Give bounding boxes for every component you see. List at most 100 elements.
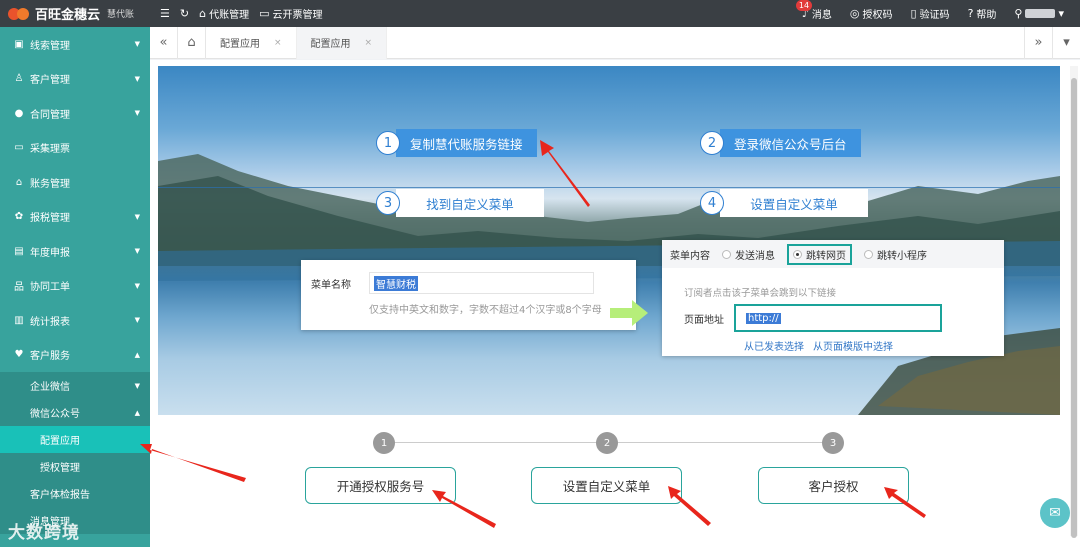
step-number: 1 <box>376 131 400 155</box>
sidebar-item-contract[interactable]: ● 合同管理 ▼ <box>0 96 150 131</box>
help-button[interactable]: ? 帮助 <box>968 6 997 21</box>
sidebar-sub-health-report[interactable]: 客户体检报告 <box>0 480 150 507</box>
chevron-down-icon: ▼ <box>134 247 140 256</box>
chevron-up-icon: ▲ <box>134 350 140 359</box>
sidebar-item-annual[interactable]: ▤ 年度申报 ▼ <box>0 234 150 269</box>
sidebar-item-tax[interactable]: ✿ 报税管理 ▼ <box>0 200 150 235</box>
sidebar: ▣ 线索管理 ▼ ♙ 客户管理 ▼ ● 合同管理 ▼ ▭ 采集理票 ⌂ 账务管理 ✿ 报税管理 ▼ … <box>0 27 150 547</box>
select-published-link: 从已发表选择 <box>744 342 804 353</box>
messages-badge: 14 <box>795 0 813 11</box>
menu-name-input: 智慧财税 <box>369 272 594 294</box>
radio-send-message: 发送消息 <box>722 247 775 262</box>
progress-steps: 1 2 3 <box>150 427 1080 467</box>
menu-content-card: 菜单内容 发送消息 跳转网页 跳转小程序 订阅者点击该子菜单会跳到以下链接 页面… <box>662 240 1004 356</box>
annual-icon: ▤ <box>14 245 24 257</box>
main-content: 1 复制慧代账服务链接 2 登录微信公众号后台 3 找到自定义菜单 4 设置自定… <box>150 60 1080 547</box>
sidebar-item-report[interactable]: ▥ 统计报表 ▼ <box>0 303 150 338</box>
menu-name-hint: 仅支持中英文和数字，字数不超过4个汉字或8个字母 <box>369 305 602 316</box>
chat-icon[interactable]: ✉ <box>1040 498 1070 528</box>
select-template-link: 从页面模版中选择 <box>813 342 893 353</box>
user-menu[interactable]: ⚲ ▾ <box>1014 8 1064 19</box>
auth-code-button[interactable]: ◎ 授权码 <box>850 6 893 21</box>
service-icon: ♥ <box>14 349 24 361</box>
phone-icon: ▯ <box>910 7 917 20</box>
sidebar-sub-auth-manage[interactable]: 授权管理 <box>0 453 150 480</box>
page-url-input: http:// <box>734 304 942 332</box>
user-icon: ⚲ <box>1014 7 1023 20</box>
app-subtitle: 慧代账 <box>107 10 135 20</box>
menu-name-label: 菜单名称 <box>311 279 351 291</box>
guide-step-2: 2 登录微信公众号后台 <box>700 129 861 157</box>
sidebar-sub-enterprise-wechat[interactable]: 企业微信 ▼ <box>0 372 150 399</box>
chevron-down-icon: ▼ <box>134 109 140 118</box>
brand-logo-icon <box>8 7 30 21</box>
step-number: 4 <box>700 191 724 215</box>
chevron-up-icon: ▲ <box>134 408 140 417</box>
invoice-icon: ▭ <box>259 7 270 20</box>
sidebar-item-ticket[interactable]: ▭ 采集理票 <box>0 131 150 166</box>
divider-line <box>158 187 1060 188</box>
close-icon[interactable]: × <box>365 38 373 48</box>
clue-icon: ▣ <box>14 38 24 50</box>
tab-bar: « ⌂ 配置应用 × 配置应用 × » ▾ <box>150 26 1080 59</box>
step-label: 复制慧代账服务链接 <box>396 129 537 157</box>
guide-step-3: 3 找到自定义菜单 <box>376 189 544 217</box>
radio-mini-program: 跳转小程序 <box>864 247 927 262</box>
step-number: 2 <box>700 131 724 155</box>
sidebar-item-workorder[interactable]: 品协同工单 ▼ <box>0 269 150 304</box>
question-icon: ? <box>967 7 974 20</box>
chevron-down-icon: ▼ <box>134 281 140 290</box>
building-icon: ⌂ <box>199 7 207 20</box>
chevron-down-icon: ▾ <box>1058 7 1064 20</box>
redirect-hint: 订阅者点击该子菜单会跳到以下链接 <box>684 288 837 299</box>
ledger-icon: ⌂ <box>15 176 23 188</box>
step-number: 3 <box>376 191 400 215</box>
verify-code-button[interactable]: ▯ 验证码 <box>911 6 950 21</box>
chevron-down-icon: ▼ <box>134 40 140 49</box>
sidebar-item-service[interactable]: ♥ 客户服务 ▲ <box>0 338 150 373</box>
guide-image: 1 复制慧代账服务链接 2 登录微信公众号后台 3 找到自定义菜单 4 设置自定… <box>158 66 1060 415</box>
app-title: 百旺金穗云 <box>35 8 101 23</box>
agency-management-link[interactable]: ⌂ 代账管理 <box>199 6 249 21</box>
chevron-down-icon: ▼ <box>134 212 140 221</box>
tab-config-app-2[interactable]: 配置应用 × <box>296 26 388 59</box>
sidebar-item-customer[interactable]: ♙ 客户管理 ▼ <box>0 62 150 97</box>
set-custom-menu-button[interactable]: 设置自定义菜单 <box>531 467 682 504</box>
sidebar-sub-wechat-official[interactable]: 微信公众号 ▲ <box>0 399 150 426</box>
report-icon: ▥ <box>14 314 24 326</box>
tabs-scroll-left-icon[interactable]: « <box>150 26 178 59</box>
contract-icon: ● <box>14 107 24 119</box>
step-label: 找到自定义菜单 <box>396 189 544 217</box>
customer-icon: ♙ <box>14 73 24 85</box>
tab-config-app-1[interactable]: 配置应用 × <box>206 26 297 59</box>
sidebar-sub-config-app[interactable]: 配置应用 <box>0 426 150 453</box>
hamburger-icon[interactable]: ☰ <box>160 8 170 19</box>
messages-button[interactable]: 14 ♪ 消息 <box>795 0 832 21</box>
open-auth-service-button[interactable]: 开通授权服务号 <box>305 467 456 504</box>
step-label: 设置自定义菜单 <box>720 189 868 217</box>
progress-node-3: 3 <box>822 432 844 454</box>
tax-icon: ✿ <box>14 211 24 223</box>
shield-icon: ◎ <box>849 7 860 20</box>
page-url-label: 页面地址 <box>684 314 724 326</box>
guide-step-4: 4 设置自定义菜单 <box>700 189 868 217</box>
progress-node-2: 2 <box>596 432 618 454</box>
brand: 百旺金穗云 慧代账 <box>0 0 150 27</box>
guide-step-1: 1 复制慧代账服务链接 <box>376 129 537 157</box>
close-icon[interactable]: × <box>274 38 282 48</box>
ticket-icon: ▭ <box>14 142 24 154</box>
menu-name-card: 菜单名称 智慧财税 仅支持中英文和数字，字数不超过4个汉字或8个字母 <box>301 260 636 330</box>
home-icon[interactable]: ⌂ <box>178 26 206 59</box>
menu-content-label: 菜单内容 <box>670 250 710 262</box>
workorder-icon: 品 <box>14 282 24 294</box>
top-bar: 百旺金穗云 慧代账 ☰ ↻ ⌂ 代账管理 ▭ 云开票管理 14 ♪ 消息 ◎ 授权码 ▯… <box>0 0 1080 27</box>
sidebar-item-clue[interactable]: ▣ 线索管理 ▼ <box>0 27 150 62</box>
tabs-scroll-right-icon[interactable]: » <box>1024 26 1052 59</box>
step-label: 登录微信公众号后台 <box>720 129 861 157</box>
chevron-down-icon: ▼ <box>134 74 140 83</box>
cloud-invoice-link[interactable]: ▭ 云开票管理 <box>259 6 322 21</box>
customer-auth-button[interactable]: 客户授权 <box>758 467 909 504</box>
tabs-menu-chevron-icon[interactable]: ▾ <box>1052 26 1080 59</box>
sidebar-item-ledger[interactable]: ⌂ 账务管理 <box>0 165 150 200</box>
refresh-icon[interactable]: ↻ <box>180 8 189 19</box>
